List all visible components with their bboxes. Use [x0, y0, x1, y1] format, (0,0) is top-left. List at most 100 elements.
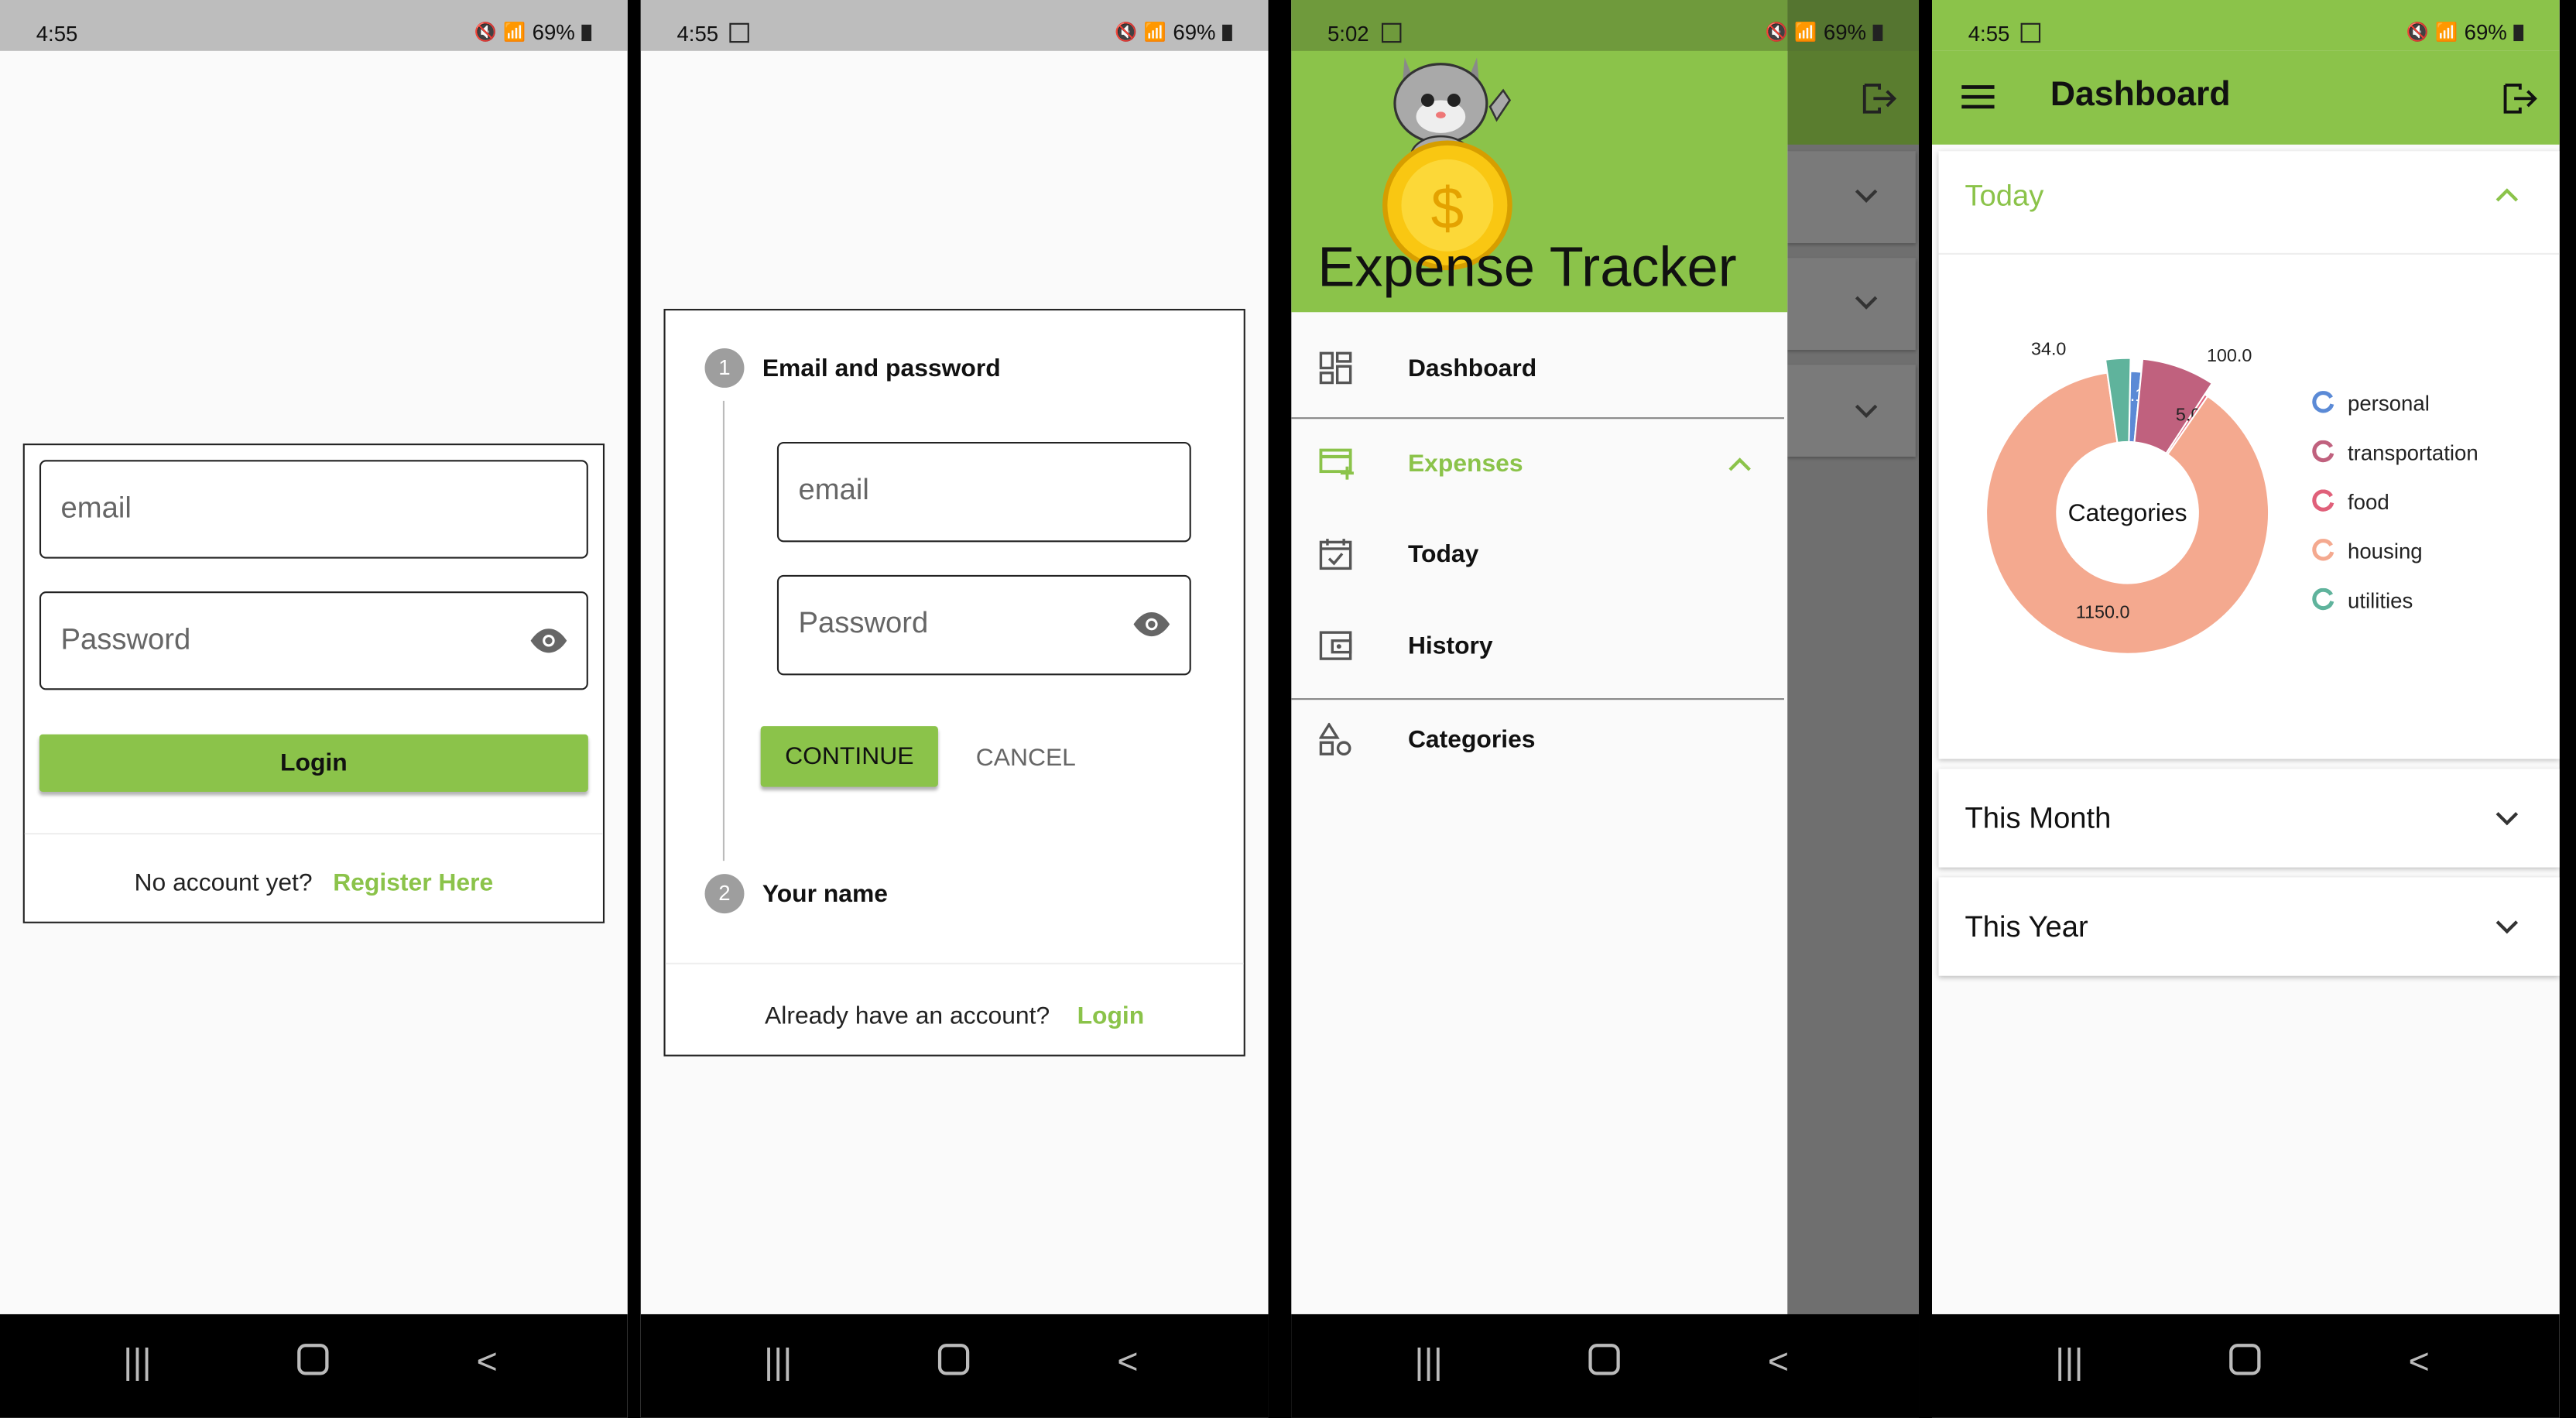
back-icon[interactable]: <	[1768, 1341, 1789, 1383]
svg-text:$: $	[1431, 176, 1464, 241]
image-icon	[2020, 22, 2041, 43]
drawer-item-expenses[interactable]: Expenses	[1291, 420, 1784, 512]
dimmed-card	[1787, 151, 1916, 244]
recent-apps-icon[interactable]: |||	[1414, 1341, 1442, 1383]
drawer-item-categories[interactable]: Categories	[1291, 697, 1784, 789]
drawer-item-label: Categories	[1407, 726, 1536, 755]
login-card: email Password Login No account yet? Reg…	[22, 444, 605, 923]
chevron-down-icon[interactable]	[2496, 918, 2519, 934]
dashboard-icon	[1319, 351, 1352, 385]
battery-level: 69%	[1823, 19, 1867, 45]
register-screen: 4:55 🔇 📶 69% 1 Email and password email …	[640, 0, 1269, 1418]
home-icon[interactable]	[937, 1344, 970, 1375]
nav-bar: ||| <	[640, 1314, 1269, 1418]
register-card: 1 Email and password email Password CONT…	[663, 309, 1245, 1057]
have-account-text: Already have an account?	[765, 1002, 1050, 1030]
drawer-item-label: Today	[1407, 540, 1479, 569]
page-title: Dashboard	[2050, 75, 2231, 114]
mute-icon: 🔇	[2406, 22, 2429, 43]
wifi-icon: 📶	[1143, 22, 1166, 43]
legend-item-transportation[interactable]: transportation	[2312, 440, 2478, 465]
status-time: 4:55	[677, 21, 719, 46]
login-link[interactable]: Login	[1077, 1002, 1145, 1030]
shapes-icon	[1319, 722, 1351, 756]
dimmed-card	[1787, 258, 1916, 351]
calendar-check-icon	[1319, 539, 1352, 570]
home-icon[interactable]	[297, 1344, 329, 1375]
step-1-number: 1	[704, 348, 745, 388]
legend-item-housing[interactable]: housing	[2312, 539, 2423, 563]
stepper-line	[722, 400, 725, 861]
categories-donut-chart: 16.19100.05.01150.034.0Categories	[1985, 338, 2270, 655]
donut-label-utilities: 34.0	[2031, 338, 2066, 358]
step-2-title[interactable]: Your name	[762, 881, 888, 909]
image-icon	[729, 22, 749, 43]
battery-icon	[1872, 23, 1883, 41]
donut-label-housing: 1150.0	[2076, 602, 2130, 622]
legend-label: utilities	[2347, 587, 2413, 613]
wifi-icon: 📶	[503, 22, 526, 43]
register-link[interactable]: Register Here	[333, 869, 493, 897]
legend-label: food	[2347, 489, 2389, 515]
chevron-up-icon[interactable]	[1728, 457, 1752, 473]
battery-level: 69%	[532, 19, 575, 45]
password-placeholder: Password	[60, 622, 191, 656]
email-field[interactable]: email	[776, 441, 1191, 543]
chevron-down-icon[interactable]	[2496, 810, 2519, 826]
continue-button[interactable]: CONTINUE	[760, 726, 938, 787]
accordion-title: Today	[1965, 179, 2044, 212]
cancel-button[interactable]: CANCEL	[976, 744, 1076, 772]
recent-apps-icon[interactable]: |||	[764, 1341, 792, 1383]
step-2-number: 2	[704, 874, 745, 914]
chevron-up-icon[interactable]	[2496, 187, 2519, 204]
status-time: 5:02	[1327, 21, 1369, 46]
legend-item-personal[interactable]: personal	[2312, 391, 2430, 416]
drawer-item-history[interactable]: History	[1291, 603, 1784, 695]
status-bar: 4:55 🔇 📶 69%	[0, 0, 628, 51]
drawer-item-today[interactable]: Today	[1291, 511, 1784, 603]
logout-icon[interactable]	[2502, 82, 2538, 115]
legend-item-food[interactable]: food	[2312, 489, 2389, 515]
recent-apps-icon[interactable]: |||	[123, 1341, 151, 1383]
back-icon[interactable]: <	[1117, 1341, 1138, 1383]
step-1-title[interactable]: Email and password	[762, 354, 1001, 382]
battery-level: 69%	[1173, 19, 1216, 45]
email-placeholder: email	[798, 473, 869, 506]
password-placeholder: Password	[798, 606, 929, 639]
password-field[interactable]: Password	[776, 574, 1191, 676]
email-field[interactable]: email	[39, 460, 588, 559]
home-icon[interactable]	[2229, 1344, 2261, 1375]
accordion-header[interactable]: Today	[1938, 151, 2560, 255]
accordion-this-year[interactable]: This Year	[1938, 877, 2560, 976]
visibility-icon[interactable]	[530, 628, 567, 654]
wallet-icon	[1319, 631, 1352, 660]
nav-bar: ||| <	[1932, 1314, 2560, 1418]
accordion-this-month[interactable]: This Month	[1938, 769, 2560, 868]
divider	[1291, 417, 1784, 420]
back-icon[interactable]: <	[477, 1341, 498, 1383]
menu-icon[interactable]	[1961, 84, 1995, 110]
drawer-item-dashboard[interactable]: Dashboard	[1291, 325, 1784, 417]
nav-drawer: $ Expense Tracker Dashboard Expenses Tod…	[1291, 0, 1788, 1314]
accordion-today: Today 16.19 100.0 5.0 1150.0 34.0 Categories …	[1938, 151, 2560, 759]
legend-marker-icon	[2312, 489, 2334, 512]
chevron-down-icon	[1855, 189, 1878, 203]
password-field[interactable]: Password	[39, 591, 588, 690]
dimmed-card	[1787, 365, 1916, 457]
legend-marker-icon	[2312, 587, 2334, 611]
add-card-icon	[1319, 448, 1354, 480]
legend-item-utilities[interactable]: utilities	[2312, 587, 2413, 613]
drawer-item-label: Dashboard	[1407, 354, 1537, 383]
wifi-icon: 📶	[2435, 22, 2458, 43]
logout-icon[interactable]	[1862, 82, 1898, 115]
battery-icon	[1222, 23, 1232, 41]
app-bar: Dashboard	[1932, 50, 2560, 145]
image-icon	[1381, 22, 1402, 43]
visibility-icon[interactable]	[1133, 611, 1170, 638]
divider	[665, 962, 1244, 964]
back-icon[interactable]: <	[2409, 1341, 2430, 1383]
legend-marker-icon	[2312, 391, 2334, 413]
recent-apps-icon[interactable]: |||	[2055, 1341, 2083, 1383]
home-icon[interactable]	[1588, 1344, 1620, 1375]
login-button[interactable]: Login	[39, 734, 588, 793]
